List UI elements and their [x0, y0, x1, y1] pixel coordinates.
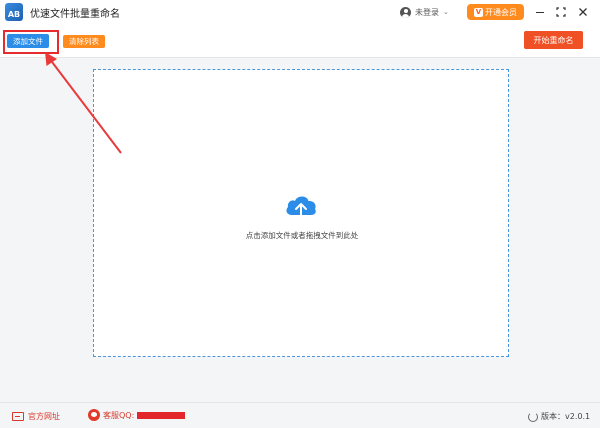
refresh-icon [528, 411, 538, 422]
app-logo-icon: AB [5, 3, 23, 21]
version-label: 版本：v2.0.1 [541, 412, 591, 421]
close-button[interactable] [575, 4, 591, 20]
qq-icon [88, 409, 100, 421]
start-rename-button[interactable]: 开始重命名 [524, 31, 583, 49]
file-drop-zone[interactable]: 点击添加文件或者拖拽文件到此处 [93, 69, 509, 357]
qq-label: 客服QQ: [103, 410, 135, 420]
chevron-down-icon: ⌄ [443, 8, 449, 16]
vip-label: 开通会员 [485, 7, 517, 17]
qq-support[interactable]: 客服QQ: [88, 409, 186, 421]
title-bar: AB 优速文件批量重命名 未登录 ⌄ V 开通会员 [0, 0, 600, 24]
user-icon [400, 6, 411, 18]
website-label: 官方网址 [28, 412, 60, 421]
status-bar: 官方网址 客服QQ: 版本：v2.0.1 [0, 402, 600, 428]
minimize-button[interactable] [532, 4, 548, 20]
website-icon [12, 412, 24, 421]
user-label: 未登录 [415, 7, 439, 17]
close-icon [579, 8, 587, 16]
vip-icon: V [474, 7, 483, 17]
version-info: 版本：v2.0.1 [528, 411, 590, 422]
user-menu[interactable]: 未登录 ⌄ [400, 4, 449, 20]
website-link[interactable]: 官方网址 [12, 411, 60, 422]
redacted-qq-number [137, 411, 186, 419]
minimize-icon [536, 11, 544, 13]
toolbar: 添加文件 清除列表 开始重命名 [0, 24, 600, 58]
maximize-button[interactable] [553, 4, 569, 20]
cloud-upload-icon [286, 196, 316, 221]
app-title: 优速文件批量重命名 [30, 9, 120, 20]
annotation-highlight-box [3, 30, 59, 54]
vip-button[interactable]: V 开通会员 [467, 4, 524, 20]
maximize-icon [556, 7, 566, 17]
drop-hint-text: 点击添加文件或者拖拽文件到此处 [245, 231, 359, 240]
clear-list-button[interactable]: 清除列表 [63, 35, 105, 48]
